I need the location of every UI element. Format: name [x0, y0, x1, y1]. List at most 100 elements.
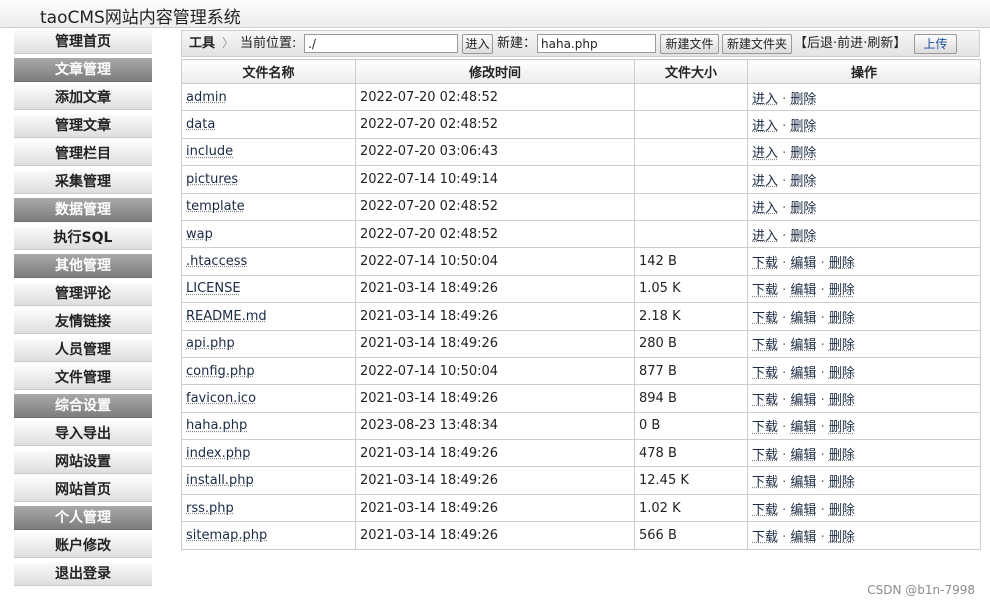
file-name-link[interactable]: config.php — [186, 364, 255, 379]
new-name-input[interactable] — [537, 34, 656, 53]
sidebar-section-header[interactable]: 个人管理 — [14, 506, 152, 530]
sidebar-section-header[interactable]: 其他管理 — [14, 254, 152, 278]
delete-link[interactable]: 删除 — [790, 119, 816, 134]
download-link[interactable]: 下载 — [752, 448, 778, 463]
delete-link[interactable]: 删除 — [790, 201, 816, 216]
edit-link[interactable]: 编辑 — [790, 366, 816, 381]
enter-link[interactable]: 进入 — [752, 201, 778, 216]
delete-link[interactable]: 删除 — [829, 366, 855, 381]
delete-link[interactable]: 删除 — [829, 311, 855, 326]
edit-link[interactable]: 编辑 — [790, 503, 816, 518]
delete-link[interactable]: 删除 — [829, 256, 855, 271]
file-name-link[interactable]: include — [186, 144, 233, 159]
download-link[interactable]: 下载 — [752, 420, 778, 435]
sidebar-item[interactable]: 网站设置 — [14, 450, 152, 474]
file-name-link[interactable]: pictures — [186, 172, 238, 187]
sidebar-item[interactable]: 友情链接 — [14, 310, 152, 334]
edit-link[interactable]: 编辑 — [790, 338, 816, 353]
enter-link[interactable]: 进入 — [752, 146, 778, 161]
delete-link[interactable]: 删除 — [829, 448, 855, 463]
download-link[interactable]: 下载 — [752, 256, 778, 271]
enter-link[interactable]: 进入 — [752, 174, 778, 189]
sidebar-item[interactable]: 人员管理 — [14, 338, 152, 362]
app-title: taoCMS网站内容管理系统 — [40, 8, 241, 28]
edit-link[interactable]: 编辑 — [790, 393, 816, 408]
delete-link[interactable]: 删除 — [790, 146, 816, 161]
file-name-cell: sitemap.php — [181, 521, 356, 550]
new-folder-button[interactable]: 新建文件夹 — [722, 34, 792, 54]
sidebar-section-header[interactable]: 文章管理 — [14, 58, 152, 82]
download-link[interactable]: 下载 — [752, 283, 778, 298]
file-name-link[interactable]: template — [186, 199, 245, 214]
file-name-link[interactable]: wap — [186, 227, 213, 242]
chevron-right-icon: 〉 — [222, 36, 235, 50]
file-name-link[interactable]: sitemap.php — [186, 528, 267, 543]
sidebar-item[interactable]: 文件管理 — [14, 366, 152, 390]
download-link[interactable]: 下载 — [752, 338, 778, 353]
current-path-input[interactable] — [304, 34, 458, 53]
delete-link[interactable]: 删除 — [829, 530, 855, 545]
sidebar-item[interactable]: 执行SQL — [14, 226, 152, 250]
file-size: 2.18 K — [634, 302, 748, 331]
edit-link[interactable]: 编辑 — [790, 311, 816, 326]
back-link[interactable]: 后退 — [807, 36, 833, 51]
file-name-link[interactable]: haha.php — [186, 418, 247, 433]
enter-link[interactable]: 进入 — [752, 92, 778, 107]
file-actions: 下载 · 编辑 · 删除 — [747, 384, 981, 413]
file-name-link[interactable]: install.php — [186, 473, 254, 488]
file-name-link[interactable]: README.md — [186, 309, 267, 324]
file-name-link[interactable]: index.php — [186, 446, 250, 461]
edit-link[interactable]: 编辑 — [790, 448, 816, 463]
delete-link[interactable]: 删除 — [829, 475, 855, 490]
sidebar-item[interactable]: 导入导出 — [14, 422, 152, 446]
download-link[interactable]: 下载 — [752, 503, 778, 518]
delete-link[interactable]: 删除 — [829, 393, 855, 408]
enter-button[interactable]: 进入 — [462, 34, 493, 54]
file-name-link[interactable]: data — [186, 117, 215, 132]
download-link[interactable]: 下载 — [752, 311, 778, 326]
refresh-link[interactable]: 刷新 — [867, 36, 893, 51]
action-separator: · — [816, 475, 829, 491]
action-separator: · — [816, 283, 829, 299]
download-link[interactable]: 下载 — [752, 475, 778, 490]
delete-link[interactable]: 删除 — [829, 503, 855, 518]
forward-link[interactable]: 前进 — [837, 36, 863, 51]
file-name-link[interactable]: .htaccess — [186, 254, 247, 269]
enter-link[interactable]: 进入 — [752, 119, 778, 134]
sidebar-item[interactable]: 采集管理 — [14, 170, 152, 194]
file-name-cell: rss.php — [181, 493, 356, 523]
sidebar-item[interactable]: 管理文章 — [14, 114, 152, 138]
edit-link[interactable]: 编辑 — [790, 475, 816, 490]
sidebar-item[interactable]: 退出登录 — [14, 562, 152, 586]
enter-link[interactable]: 进入 — [752, 229, 778, 244]
file-name-link[interactable]: api.php — [186, 336, 235, 351]
sidebar-section-header[interactable]: 数据管理 — [14, 198, 152, 222]
file-table: 文件名称 修改时间 文件大小 操作 admin 2022-07-20 02:48:… — [181, 59, 981, 550]
download-link[interactable]: 下载 — [752, 530, 778, 545]
delete-link[interactable]: 删除 — [790, 174, 816, 189]
delete-link[interactable]: 删除 — [790, 92, 816, 107]
delete-link[interactable]: 删除 — [829, 420, 855, 435]
sidebar-item[interactable]: 添加文章 — [14, 86, 152, 110]
download-link[interactable]: 下载 — [752, 366, 778, 381]
edit-link[interactable]: 编辑 — [790, 530, 816, 545]
edit-link[interactable]: 编辑 — [790, 420, 816, 435]
sidebar-item[interactable]: 账户修改 — [14, 534, 152, 558]
sidebar-item[interactable]: 管理首页 — [14, 30, 152, 54]
delete-link[interactable]: 删除 — [829, 283, 855, 298]
sidebar-item[interactable]: 网站首页 — [14, 478, 152, 502]
file-name-link[interactable]: favicon.ico — [186, 391, 256, 406]
upload-button[interactable]: 上传 — [914, 34, 957, 54]
sidebar-item[interactable]: 管理评论 — [14, 282, 152, 306]
file-name-link[interactable]: LICENSE — [186, 281, 241, 296]
sidebar-item[interactable]: 管理栏目 — [14, 142, 152, 166]
sidebar-section-header[interactable]: 综合设置 — [14, 394, 152, 418]
delete-link[interactable]: 删除 — [790, 229, 816, 244]
edit-link[interactable]: 编辑 — [790, 256, 816, 271]
file-name-link[interactable]: admin — [186, 90, 227, 105]
edit-link[interactable]: 编辑 — [790, 283, 816, 298]
delete-link[interactable]: 删除 — [829, 338, 855, 353]
download-link[interactable]: 下载 — [752, 393, 778, 408]
new-file-button[interactable]: 新建文件 — [660, 34, 719, 54]
file-name-link[interactable]: rss.php — [186, 501, 234, 516]
